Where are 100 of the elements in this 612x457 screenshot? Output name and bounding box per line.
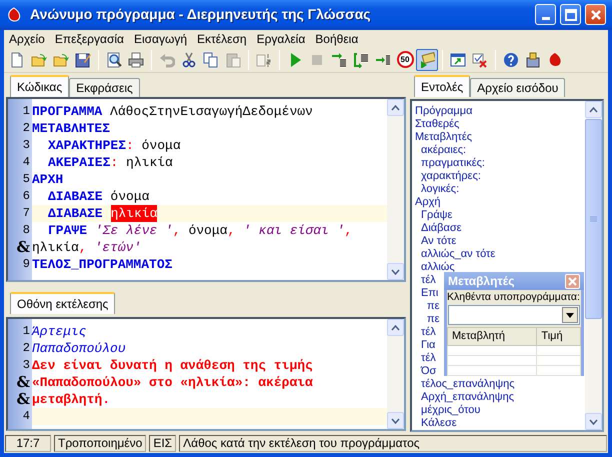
speed-button[interactable]: 50: [396, 51, 414, 68]
command-item[interactable]: Σταθερές: [412, 118, 460, 132]
menu-item[interactable]: Επεξεργασία: [50, 30, 129, 48]
code-token: ΑΚΕΡΑΙΕΣ: [48, 154, 110, 172]
menu-item[interactable]: Εκτέλεση: [192, 30, 252, 48]
copy-icon: [203, 52, 219, 68]
code-token: ,: [78, 239, 87, 256]
tab[interactable]: Εντολές: [414, 75, 470, 98]
command-item[interactable]: Πρόγραμμα: [412, 105, 472, 118]
code-token: ΔΙΑΒΑΣΕ: [48, 205, 103, 222]
tab[interactable]: Οθόνη εκτέλεσης: [10, 292, 116, 314]
menu-item[interactable]: Βοήθεια: [310, 30, 364, 48]
command-item[interactable]: Γράψε: [412, 209, 452, 222]
status-text: 17:7: [5, 435, 51, 452]
open-folder-icon: [31, 52, 47, 68]
code-token: ΓΡΑΨΕ: [48, 222, 88, 240]
column-header[interactable]: Μεταβλητή: [448, 328, 537, 346]
scrollbar[interactable]: [585, 101, 602, 430]
code-token: ηλικία: [110, 205, 158, 222]
command-item[interactable]: Αρχή_επανάληψης: [412, 391, 514, 404]
minimize-button[interactable]: [535, 4, 556, 26]
output-line: Δεν είναι δυνατή η ανάθεση της τιμής: [32, 358, 313, 374]
code-token: :: [110, 154, 118, 172]
code-token: ΜΕΤΑΒΛΗΤΕΣ: [32, 120, 110, 138]
menu-item[interactable]: Εργαλεία: [252, 30, 310, 48]
tab[interactable]: Εκφράσεις: [69, 78, 140, 98]
command-item[interactable]: τέλ: [412, 326, 436, 340]
tab[interactable]: Κώδικας: [10, 75, 70, 98]
status-text: ΕΙΣ: [149, 435, 176, 452]
dropdown-field[interactable]: [448, 305, 580, 326]
code-token: ΧΑΡΑΚΤΗΡΕΣ: [48, 137, 126, 154]
line-number: &: [15, 239, 31, 256]
close-button[interactable]: [585, 4, 606, 26]
tab[interactable]: Αρχείο εισόδου: [470, 78, 566, 98]
line-number: 8: [22, 222, 31, 240]
command-item[interactable]: Επι: [412, 287, 438, 300]
field-label: Κληθέντα υποπρογράμματα:: [447, 290, 580, 304]
code-token: 'ετών': [93, 239, 142, 256]
command-item[interactable]: μέχρις_ότου: [412, 404, 480, 418]
code-token: ΛάθοςΣτηνΕισαγωγήΔεδομένων: [109, 103, 313, 120]
command-item[interactable]: Για: [412, 339, 436, 352]
help-icon: [503, 52, 519, 68]
code-token: όνομα: [109, 188, 150, 206]
code-token: ,: [172, 222, 181, 240]
command-item[interactable]: τέλ: [412, 274, 436, 288]
scrollbar[interactable]: [387, 99, 404, 280]
menu-item[interactable]: Εισαγωγή: [128, 30, 192, 48]
command-item[interactable]: τέλος_επανάληψης: [412, 378, 515, 392]
menu-item[interactable]: Αρχείο: [4, 30, 50, 48]
code-token: ΤΕΛΟΣ_ΠΡΟΓΡΑΜΜΑΤΟΣ: [32, 256, 172, 274]
line-number: 3: [22, 137, 31, 154]
output-line: Άρτεμις: [32, 324, 87, 340]
command-item[interactable]: ακέραιες:: [412, 144, 466, 158]
command-item[interactable]: Αρχή: [412, 196, 440, 210]
command-item[interactable]: αλλιώς_αν τότε: [412, 248, 496, 262]
code-token: ,: [227, 222, 236, 240]
output-line: μεταβλητή.: [32, 392, 110, 408]
line-number: 2: [22, 340, 31, 358]
maximize-icon: [564, 8, 576, 21]
magnifier-page-icon: [106, 52, 122, 68]
command-item[interactable]: Μεταβλητές: [412, 131, 472, 144]
command-item[interactable]: αλλιώς: [412, 261, 455, 274]
scissors-icon: [181, 52, 197, 68]
floppy-pencil-icon: [75, 52, 91, 68]
line-number: 7: [22, 205, 31, 222]
code-token: ,: [344, 222, 352, 240]
command-item[interactable]: πε: [412, 300, 440, 314]
printer-icon: [128, 52, 144, 68]
scrollbar[interactable]: [387, 319, 404, 430]
code-token: ΔΙΑΒΑΣΕ: [48, 188, 103, 206]
minimize-icon: [542, 17, 550, 20]
clipboard-icon: [225, 52, 241, 68]
output-line: Παπαδοπούλου: [32, 341, 126, 356]
line-number: 2: [22, 120, 31, 138]
command-item[interactable]: Όσ: [412, 365, 436, 378]
command-item[interactable]: Διάβασε: [412, 222, 462, 236]
step-arrow-icon: [353, 52, 369, 68]
close-icon: [590, 8, 602, 21]
line-number: 3: [22, 357, 31, 374]
new-file-icon: [9, 52, 25, 68]
status-text: Λάθος κατά την εκτέλεση του προγράμματος: [179, 435, 607, 452]
undo-icon: [159, 52, 175, 68]
code-token: ηλικία: [125, 154, 173, 172]
command-item[interactable]: λογικές:: [412, 183, 460, 196]
command-item[interactable]: χαρακτήρες:: [412, 170, 481, 184]
caret-icon: [566, 312, 574, 318]
code-token: ΑΡΧΗ: [32, 171, 64, 188]
command-item[interactable]: Αν τότε: [412, 235, 456, 248]
command-item[interactable]: πραγματικές:: [412, 157, 485, 170]
code-token: όνομα: [187, 222, 228, 240]
code-token: ' και είσαι ': [242, 222, 344, 240]
status-text: Τροποποιημένο: [54, 435, 146, 452]
line-number: 6: [22, 188, 31, 206]
maximize-button[interactable]: [560, 4, 581, 26]
command-item[interactable]: Κάλεσε: [412, 417, 457, 430]
command-item[interactable]: τέλ: [412, 352, 436, 366]
code-token: :: [126, 137, 134, 154]
command-item[interactable]: πε: [412, 313, 440, 326]
column-header[interactable]: Τιμή: [536, 328, 580, 346]
line-number: &: [15, 391, 31, 408]
